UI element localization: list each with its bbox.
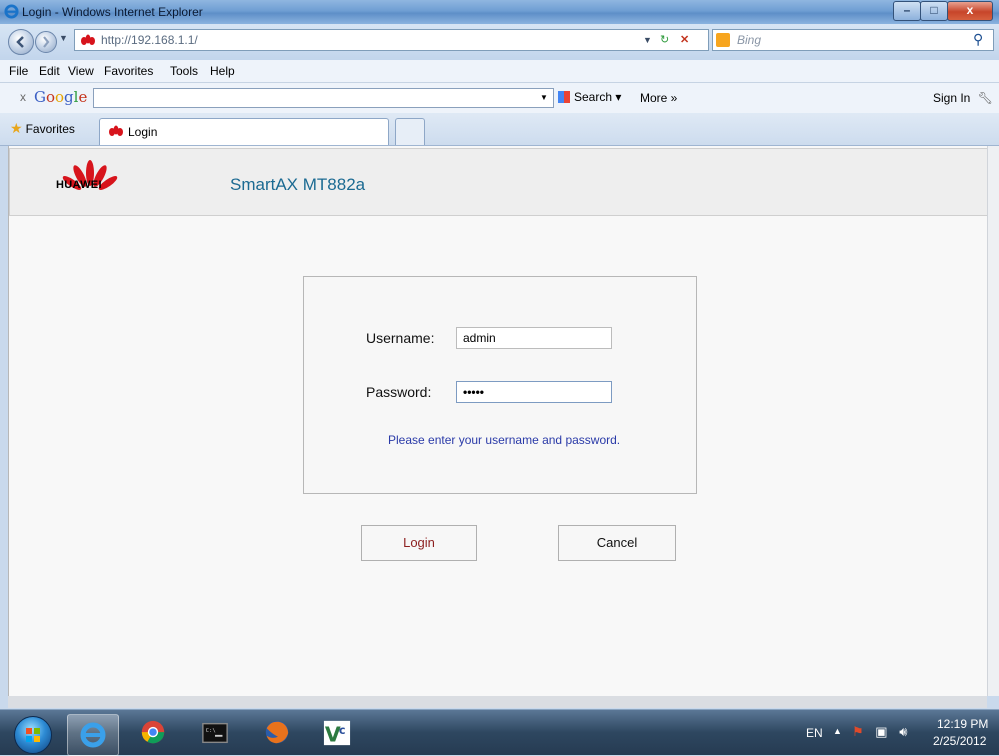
page-header: HUAWEI SmartAX MT882a	[9, 148, 988, 216]
new-tab-button[interactable]	[395, 118, 425, 145]
password-field[interactable]: •••••	[456, 381, 612, 403]
menu-favorites[interactable]: Favorites	[104, 64, 153, 78]
google-search-input[interactable]	[93, 88, 554, 108]
wrench-icon[interactable]: 🔧︎	[978, 91, 993, 105]
firefox-icon[interactable]	[262, 719, 292, 747]
favorites-button[interactable]: ★ Favorites	[10, 120, 75, 137]
tab-label: Login	[128, 125, 158, 139]
recent-pages-dropdown-icon[interactable]: ▼	[59, 33, 68, 43]
language-indicator[interactable]: EN	[806, 726, 823, 740]
login-hint: Please enter your username and password.	[388, 433, 621, 447]
google-more-button[interactable]: More »	[640, 91, 677, 105]
menu-bar: File Edit View Favorites Tools Help	[0, 60, 999, 83]
action-center-flag-icon[interactable]: ⚑	[852, 724, 864, 739]
svg-text:c: c	[339, 724, 346, 737]
network-icon[interactable]: ▣	[875, 724, 887, 739]
forward-button[interactable]	[35, 31, 57, 53]
chrome-icon[interactable]	[138, 719, 168, 747]
system-tray: ⚑ ▣ 🔊︎	[852, 724, 907, 740]
internet-explorer-icon	[80, 722, 106, 748]
menu-tools[interactable]: Tools	[170, 64, 198, 78]
close-window-button[interactable]: x	[947, 1, 993, 21]
favorites-label: Favorites	[25, 122, 75, 136]
menu-edit[interactable]: Edit	[39, 64, 60, 78]
volume-icon[interactable]: 🔊︎	[899, 724, 907, 739]
address-dropdown-icon[interactable]: ▼	[643, 35, 652, 45]
window-title: Login - Windows Internet Explorer	[22, 5, 203, 19]
window-title-bar: Login - Windows Internet Explorer – □ x	[0, 0, 999, 24]
bing-icon	[716, 33, 730, 47]
login-form: Username: Password: ••••• Please enter y…	[303, 276, 697, 494]
start-button[interactable]	[14, 716, 52, 754]
star-icon: ★	[10, 120, 23, 136]
product-title: SmartAX MT882a	[230, 175, 366, 194]
google-search-button[interactable]: Search ▾	[558, 90, 621, 104]
google-toolbar-close-icon[interactable]: x	[20, 90, 26, 104]
google-search-icon	[558, 91, 570, 103]
address-url: http://192.168.1.1/	[101, 33, 198, 47]
google-toolbar: x Google ▼ Search ▾ More » Sign In 🔧︎	[0, 83, 999, 114]
menu-file[interactable]: File	[9, 64, 28, 78]
cancel-button[interactable]: Cancel	[558, 525, 676, 561]
status-bar	[8, 696, 987, 708]
username-label: Username:	[366, 330, 435, 346]
refresh-icon[interactable]: ↻	[660, 33, 669, 46]
back-arrow-icon	[16, 36, 24, 48]
stop-icon[interactable]: ✕	[680, 33, 689, 46]
huawei-favicon-icon	[81, 34, 95, 45]
huawei-favicon-icon	[109, 125, 123, 136]
search-icon[interactable]: ⚲	[973, 31, 983, 48]
favorites-bar: ★ Favorites Login	[0, 113, 999, 146]
forward-arrow-icon	[43, 36, 50, 48]
show-hidden-icons-icon[interactable]: ▲	[833, 726, 842, 736]
vertical-scrollbar[interactable]	[987, 146, 999, 696]
command-prompt-icon[interactable]: C:\	[200, 719, 230, 747]
back-button[interactable]	[8, 29, 34, 55]
svg-text:C:\: C:\	[206, 728, 216, 734]
login-button[interactable]: Login	[361, 525, 477, 561]
page-content: HUAWEI SmartAX MT882a Username: Password…	[8, 146, 988, 696]
password-label: Password:	[366, 384, 432, 400]
maximize-button[interactable]: □	[920, 1, 948, 21]
google-search-label: Search	[574, 90, 613, 104]
google-search-dropdown-icon[interactable]: ▼	[540, 93, 548, 102]
brand-name: HUAWEI	[56, 179, 102, 191]
windows-logo-icon	[26, 728, 40, 742]
clock-time[interactable]: 12:19 PM	[937, 717, 988, 731]
taskbar-ie-button[interactable]	[67, 714, 119, 756]
google-logo: Google	[34, 88, 88, 106]
vnc-icon[interactable]: V c	[322, 719, 352, 747]
clock-date[interactable]: 2/25/2012	[933, 734, 986, 748]
address-field[interactable]: http://192.168.1.1/ ▼ ↻ ✕	[74, 29, 709, 51]
google-sign-in-button[interactable]: Sign In 🔧︎	[933, 91, 993, 105]
taskbar: C:\ V c EN ▲ ⚑ ▣ 🔊︎ 12:19 PM 2/25/2012	[0, 709, 999, 756]
menu-help[interactable]: Help	[210, 64, 235, 78]
menu-view[interactable]: View	[68, 64, 94, 78]
minimize-button[interactable]: –	[893, 1, 921, 21]
search-provider-label: Bing	[737, 33, 762, 47]
username-field[interactable]	[456, 327, 612, 349]
internet-explorer-icon	[4, 4, 19, 19]
sign-in-label: Sign In	[933, 91, 971, 105]
tab-login[interactable]: Login	[99, 118, 389, 145]
search-input[interactable]: Bing ⚲	[712, 29, 994, 51]
